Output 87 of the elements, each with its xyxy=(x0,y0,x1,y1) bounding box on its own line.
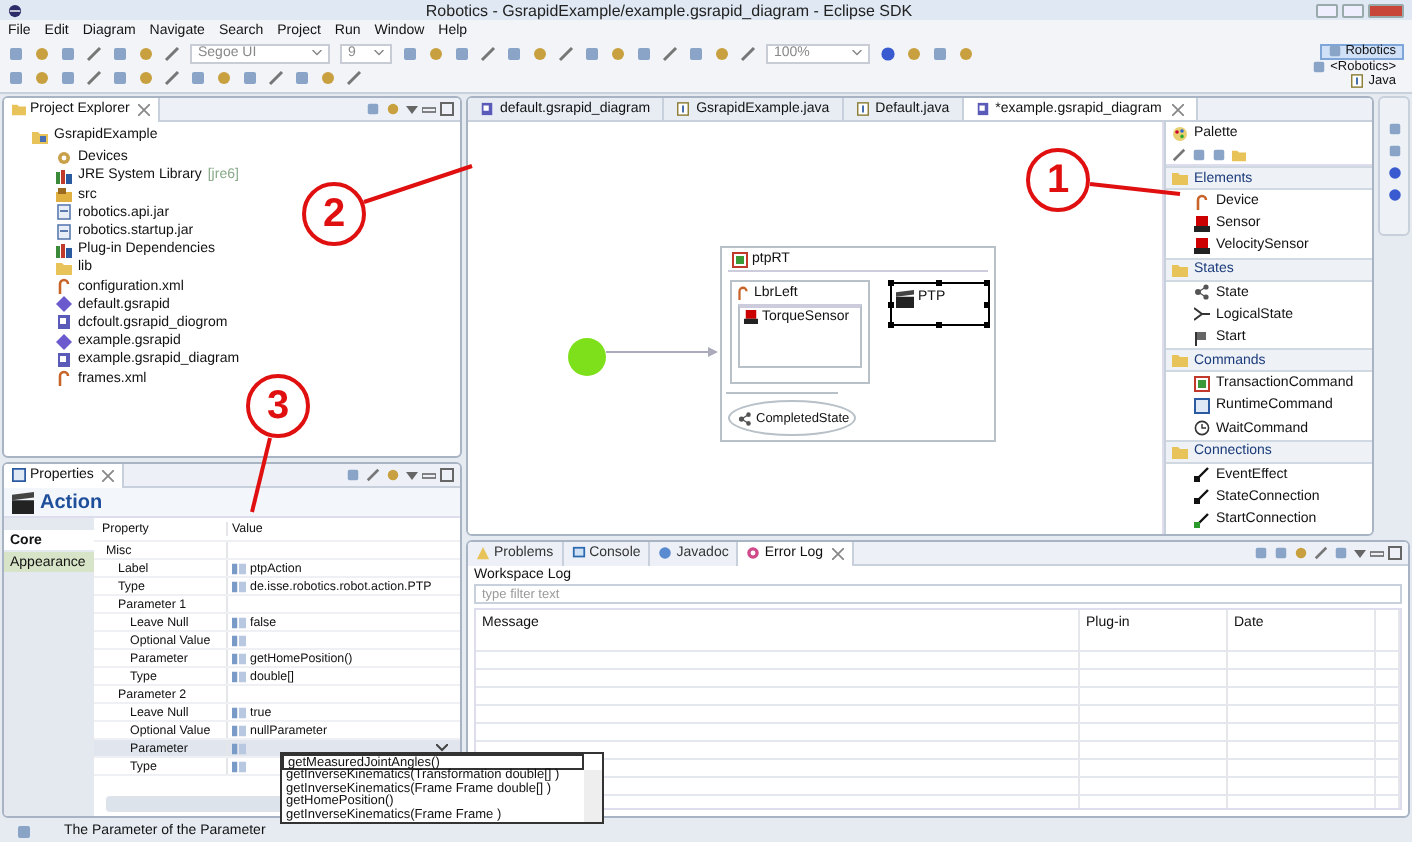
diamond-file-icon xyxy=(56,296,72,313)
clapper-icon xyxy=(896,290,914,308)
start-node[interactable] xyxy=(568,338,606,376)
minimize-icon[interactable] xyxy=(1370,547,1384,559)
property-icon xyxy=(232,579,246,593)
eclipse-logo-icon xyxy=(8,3,22,17)
java-file-icon xyxy=(1350,74,1365,89)
orb-icon xyxy=(880,45,896,61)
logic-node-icon xyxy=(1194,306,1210,323)
java-file-icon xyxy=(676,102,691,116)
clapper-icon xyxy=(12,491,34,513)
minimize-icon[interactable] xyxy=(422,469,436,481)
view-menu-icon[interactable] xyxy=(1354,547,1366,559)
view-menu-icon[interactable] xyxy=(406,469,418,481)
close-icon[interactable] xyxy=(137,103,150,115)
sensor-block-icon xyxy=(1194,215,1210,232)
maximize-icon[interactable] xyxy=(1388,546,1402,560)
folder-icon xyxy=(1172,443,1188,460)
box-icon xyxy=(1194,397,1210,414)
state-node-icon xyxy=(738,411,752,425)
package-icon xyxy=(56,186,72,203)
globe-icon xyxy=(658,546,673,560)
sensor-block-icon xyxy=(744,310,758,324)
window-title: Robotics - GsrapidExample/example.gsrapid_diagram - Eclipse SDK xyxy=(423,1,915,19)
property-icon xyxy=(232,759,246,773)
square-icon xyxy=(1194,375,1210,392)
property-icon xyxy=(232,633,246,647)
books-icon xyxy=(56,167,72,184)
maximize-icon[interactable] xyxy=(440,102,454,116)
warning-icon xyxy=(476,546,490,560)
folder-icon xyxy=(1172,261,1188,278)
chevron-down-icon xyxy=(374,50,384,56)
diamond-file-icon xyxy=(56,333,72,350)
project-folder-icon xyxy=(32,127,48,144)
square-icon xyxy=(732,251,748,267)
property-icon xyxy=(232,705,246,719)
books-icon xyxy=(56,241,72,258)
close-icon[interactable] xyxy=(831,547,844,559)
property-icon xyxy=(232,561,246,575)
minimize-button[interactable] xyxy=(1316,3,1338,17)
folder-icon xyxy=(12,102,26,116)
leader-line xyxy=(363,164,473,204)
maximize-button[interactable] xyxy=(1342,3,1364,17)
connector-icon xyxy=(1194,488,1210,505)
chevron-down-icon[interactable] xyxy=(436,744,448,752)
view-menu-icon[interactable] xyxy=(406,103,418,115)
diagram-file-icon xyxy=(975,102,990,116)
close-icon[interactable] xyxy=(1171,103,1184,115)
property-icon xyxy=(232,741,246,755)
property-icon xyxy=(232,669,246,683)
close-button[interactable] xyxy=(1368,3,1404,17)
bug-icon xyxy=(746,546,761,560)
leader-line xyxy=(1089,182,1181,196)
close-icon[interactable] xyxy=(101,469,114,481)
diagram-file-icon xyxy=(56,351,72,368)
chevron-down-icon xyxy=(852,50,862,56)
connector-icon xyxy=(1194,466,1210,483)
section-title: Action xyxy=(40,491,103,513)
hook-icon xyxy=(736,285,750,299)
folder-icon xyxy=(1172,170,1188,186)
property-icon xyxy=(232,723,246,737)
folder-icon xyxy=(1172,352,1188,369)
property-icon xyxy=(232,615,246,629)
hook-icon xyxy=(56,278,72,295)
maximize-icon[interactable] xyxy=(440,468,454,482)
leader-line xyxy=(250,437,272,513)
palette-icon xyxy=(1172,125,1188,141)
java-file-icon xyxy=(855,102,870,116)
state-node-icon xyxy=(1194,284,1210,301)
property-icon xyxy=(232,651,246,665)
flag-icon xyxy=(1194,329,1210,346)
diagram-file-icon xyxy=(480,102,494,116)
connector-icon xyxy=(1194,511,1210,528)
box-icon xyxy=(12,468,26,482)
diagram-file-icon xyxy=(56,314,72,331)
scrollbar[interactable] xyxy=(584,770,602,823)
hook-icon xyxy=(56,370,72,387)
folder-icon xyxy=(56,259,72,276)
minimize-icon[interactable] xyxy=(422,103,436,115)
folder-icon xyxy=(1232,147,1246,161)
gear-icon xyxy=(56,149,72,166)
chevron-down-icon xyxy=(312,50,322,56)
clock-icon xyxy=(1194,420,1210,437)
monitor-icon xyxy=(571,546,586,560)
sensor-block-icon xyxy=(1194,237,1210,254)
hook-icon xyxy=(1194,193,1210,210)
connector-arrow[interactable] xyxy=(606,346,720,358)
